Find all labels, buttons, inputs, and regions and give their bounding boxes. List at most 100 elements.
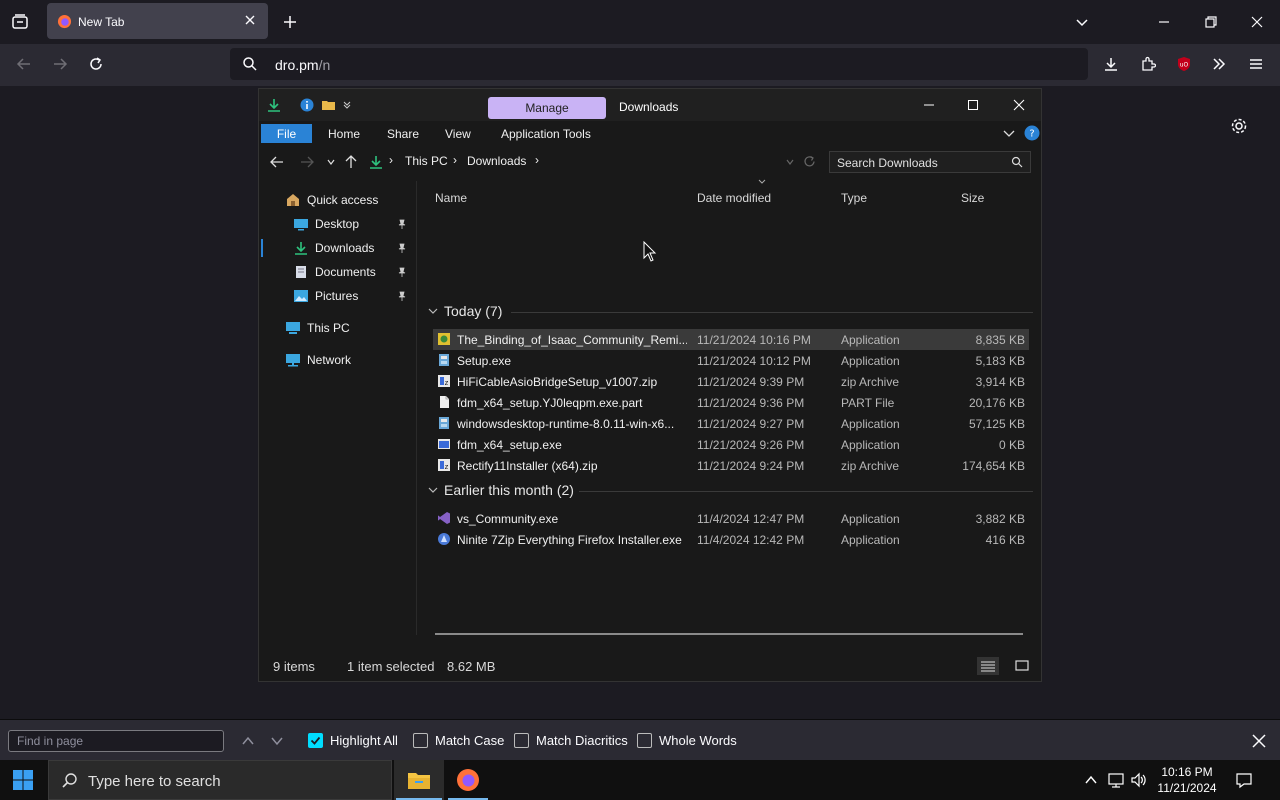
find-input[interactable] xyxy=(9,731,223,751)
system-clock[interactable]: 10:16 PM 11/21/2024 xyxy=(1152,764,1222,796)
notification-center-icon[interactable] xyxy=(1235,771,1253,789)
file-row[interactable]: fdm_x64_setup.YJ0leqpm.exe.part 11/21/202… xyxy=(433,392,1029,413)
properties-icon[interactable] xyxy=(300,98,314,112)
gear-icon[interactable] xyxy=(1225,112,1253,140)
list-tabs-icon[interactable] xyxy=(1068,8,1096,36)
file-row[interactable]: z HiFiCableAsioBridgeSetup_v1007.zip 11/21… xyxy=(433,371,1029,392)
file-size: 3,914 KB xyxy=(975,375,1025,389)
chevron-right-icon[interactable]: › xyxy=(535,153,539,167)
forward-icon[interactable] xyxy=(46,50,74,78)
ribbon-home-tab[interactable]: Home xyxy=(328,127,360,141)
extensions-icon[interactable] xyxy=(1134,50,1162,78)
back-icon[interactable] xyxy=(263,148,291,176)
show-hidden-icons-icon[interactable] xyxy=(1084,773,1098,787)
new-folder-icon[interactable] xyxy=(321,98,337,112)
network-status-icon[interactable] xyxy=(1107,771,1125,789)
nav-downloads[interactable]: Downloads xyxy=(293,237,415,259)
ribbon-file-tab[interactable]: File xyxy=(261,124,312,143)
breadcrumb-this-pc[interactable]: This PC xyxy=(405,154,448,168)
checkbox-unchecked[interactable] xyxy=(514,733,529,748)
manage-tab[interactable]: Manage xyxy=(488,97,606,119)
nav-pictures[interactable]: Pictures xyxy=(293,285,415,307)
help-icon[interactable]: ? xyxy=(1024,125,1040,141)
customize-toolbar-icon[interactable] xyxy=(343,100,351,110)
breadcrumb-downloads[interactable]: Downloads xyxy=(467,154,526,168)
refresh-icon[interactable] xyxy=(803,155,816,168)
taskbar-firefox[interactable] xyxy=(444,760,492,800)
file-row[interactable]: The_Binding_of_Isaac_Community_Remi... 11… xyxy=(433,329,1029,350)
taskbar-file-explorer[interactable] xyxy=(394,760,444,800)
nav-quick-access[interactable]: Quick access xyxy=(285,189,415,211)
url-bar[interactable]: dro.pm/n xyxy=(230,48,1088,80)
column-header-name[interactable]: Name xyxy=(435,191,467,205)
file-row[interactable]: z Rectify11Installer (x64).zip 11/21/2024 … xyxy=(433,455,1029,476)
horizontal-scrollbar[interactable] xyxy=(435,633,1023,635)
close-window-icon[interactable] xyxy=(1243,8,1271,36)
ribbon-view-tab[interactable]: View xyxy=(445,127,471,141)
checkbox-unchecked[interactable] xyxy=(637,733,652,748)
url-text[interactable]: dro.pm/n xyxy=(275,57,330,73)
ribbon-share-tab[interactable]: Share xyxy=(387,127,419,141)
downloads-icon[interactable] xyxy=(1097,50,1125,78)
active-nav-indicator xyxy=(261,239,263,257)
nav-this-pc[interactable]: This PC xyxy=(285,317,415,339)
group-header[interactable]: Earlier this month (2) xyxy=(427,480,574,500)
ublock-origin-icon[interactable]: uO xyxy=(1170,50,1198,78)
maximize-icon[interactable] xyxy=(959,91,987,119)
minimize-icon[interactable] xyxy=(915,91,943,119)
column-header-date[interactable]: Date modified xyxy=(697,191,771,205)
nav-documents[interactable]: Documents xyxy=(293,261,415,283)
back-icon[interactable] xyxy=(10,50,38,78)
large-icons-view-button[interactable] xyxy=(1013,657,1031,675)
file-row[interactable]: windowsdesktop-runtime-8.0.11-win-x6... 1… xyxy=(433,413,1029,434)
more-tools-icon[interactable] xyxy=(1205,50,1233,78)
file-row[interactable]: Ninite 7Zip Everything Firefox Installer… xyxy=(433,529,1029,550)
taskbar-search-box[interactable]: Type here to search xyxy=(48,760,392,800)
column-header-type[interactable]: Type xyxy=(841,191,867,205)
up-icon[interactable] xyxy=(337,148,365,176)
highlight-all-checkbox[interactable]: Highlight All xyxy=(308,733,398,748)
details-view-button[interactable] xyxy=(977,657,999,675)
checkbox-unchecked[interactable] xyxy=(413,733,428,748)
group-header[interactable]: Today (7) xyxy=(427,301,502,321)
whole-words-checkbox[interactable]: Whole Words xyxy=(637,733,737,748)
chevron-down-icon[interactable] xyxy=(427,305,439,317)
nav-desktop[interactable]: Desktop xyxy=(293,213,415,235)
minimize-icon[interactable] xyxy=(1150,8,1178,36)
column-header-size[interactable]: Size xyxy=(961,191,984,205)
close-tab-icon[interactable] xyxy=(243,13,257,27)
file-row[interactable]: vs_Community.exe 11/4/2024 12:47 PM Applic… xyxy=(433,508,1029,529)
chevron-right-icon[interactable]: › xyxy=(453,153,457,167)
tab-overview-icon[interactable] xyxy=(6,8,34,36)
ribbon-tabs: File Home Share View Application Tools ? xyxy=(259,121,1041,145)
file-row[interactable]: fdm_x64_setup.exe 11/21/2024 9:26 PM Appli… xyxy=(433,434,1029,455)
close-find-bar-icon[interactable] xyxy=(1245,727,1273,755)
find-next-icon[interactable] xyxy=(263,727,291,755)
find-previous-icon[interactable] xyxy=(234,727,262,755)
installer-icon xyxy=(437,353,451,367)
tab-new-tab[interactable]: New Tab xyxy=(47,3,268,39)
pin-icon xyxy=(397,243,407,253)
address-bar[interactable]: › This PC › Downloads › xyxy=(365,150,819,173)
close-icon[interactable] xyxy=(1005,91,1033,119)
menu-icon[interactable] xyxy=(1242,50,1270,78)
ribbon-application-tools-tab[interactable]: Application Tools xyxy=(501,127,591,141)
match-diacritics-checkbox[interactable]: Match Diacritics xyxy=(514,733,628,748)
chevron-right-icon[interactable]: › xyxy=(389,153,393,167)
file-row[interactable]: Setup.exe 11/21/2024 10:12 PM Application 5… xyxy=(433,350,1029,371)
match-case-checkbox[interactable]: Match Case xyxy=(413,733,504,748)
windows-start-icon[interactable] xyxy=(13,770,33,790)
checkbox-checked[interactable] xyxy=(308,733,323,748)
new-tab-icon[interactable] xyxy=(276,8,304,36)
reload-icon[interactable] xyxy=(82,50,110,78)
chevron-down-icon[interactable] xyxy=(427,484,439,496)
address-dropdown-icon[interactable] xyxy=(785,157,795,167)
volume-icon[interactable] xyxy=(1130,771,1148,789)
find-in-page-field[interactable] xyxy=(8,730,224,752)
expand-ribbon-icon[interactable] xyxy=(1003,127,1015,139)
search-icon xyxy=(1011,156,1023,168)
file-date: 11/21/2024 9:26 PM xyxy=(697,438,805,452)
nav-network[interactable]: Network xyxy=(285,349,415,371)
search-downloads-input[interactable]: Search Downloads xyxy=(829,151,1031,173)
restore-icon[interactable] xyxy=(1197,8,1225,36)
